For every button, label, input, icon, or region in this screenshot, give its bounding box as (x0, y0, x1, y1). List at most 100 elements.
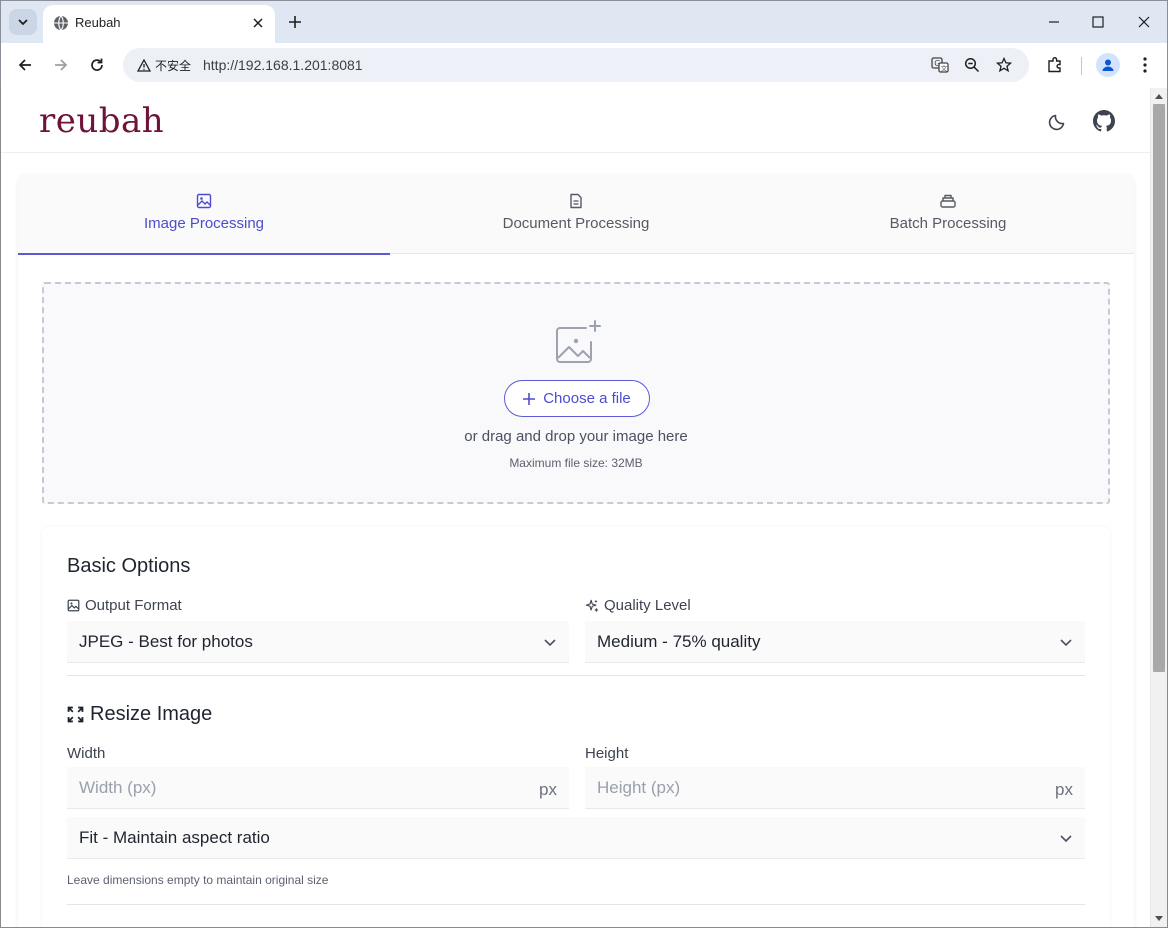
stack-icon (940, 194, 956, 208)
height-label-text: Height (585, 745, 629, 762)
chevron-down-icon (1060, 639, 1072, 647)
resize-image-title-text: Resize Image (90, 703, 213, 725)
profile-button[interactable] (1096, 53, 1120, 77)
window-border-left (0, 88, 1, 928)
options-panel: Basic Options Output Format JPEG - Best … (42, 527, 1110, 927)
arrow-right-icon (55, 59, 68, 71)
quality-level-label-text: Quality Level (604, 597, 691, 614)
document-icon (570, 193, 582, 209)
main-card: Image Processing Document Processing Bat… (18, 175, 1134, 927)
star-icon (996, 57, 1012, 73)
tab-image-processing[interactable]: Image Processing (18, 175, 390, 255)
height-input-wrapper: px (585, 767, 1085, 809)
tab-label: Batch Processing (889, 215, 1007, 232)
browser-tab-title: Reubah (75, 15, 121, 30)
width-label-text: Width (67, 745, 106, 762)
zoom-icon (964, 57, 980, 73)
extensions-button[interactable] (1041, 51, 1069, 79)
browser-chrome: Reubah 不安全 http://192.168.1.201:8081 G 文 (0, 0, 1168, 89)
page-scrollbar[interactable] (1150, 88, 1167, 927)
basic-options-title-text: Basic Options (67, 555, 191, 577)
maximize-button[interactable] (1075, 9, 1121, 35)
security-indicator[interactable]: 不安全 (131, 53, 197, 77)
browser-tab[interactable]: Reubah (43, 5, 275, 43)
toolbar-divider (1081, 57, 1082, 75)
maximize-icon (1092, 16, 1104, 28)
width-input[interactable] (79, 777, 499, 798)
more-vertical-icon (1143, 57, 1147, 73)
tab-document-processing[interactable]: Document Processing (390, 175, 762, 254)
new-tab-button[interactable] (283, 11, 307, 33)
width-unit: px (539, 780, 557, 799)
app-logo[interactable]: reubah (39, 98, 164, 144)
theme-toggle-button[interactable] (1045, 108, 1071, 134)
url-text: http://192.168.1.201:8081 (203, 57, 363, 73)
choose-file-label: Choose a file (543, 390, 631, 407)
image-icon (67, 599, 80, 612)
max-size-text: Maximum file size: 32MB (509, 456, 643, 470)
translate-button[interactable]: G文 (929, 55, 951, 75)
reload-icon (91, 58, 103, 71)
image-icon (196, 193, 212, 209)
tab-search-button[interactable] (9, 9, 37, 35)
reload-button[interactable] (83, 51, 111, 79)
zoom-button[interactable] (961, 55, 983, 75)
output-format-label: Output Format (67, 597, 182, 614)
chevron-down-icon (18, 19, 28, 26)
section-divider (67, 904, 1085, 905)
scrollbar-thumb[interactable] (1153, 104, 1165, 672)
warning-icon (137, 58, 151, 72)
plus-icon (523, 392, 536, 405)
expand-icon (67, 706, 84, 723)
resize-mode-select[interactable]: Fit - Maintain aspect ratio (67, 817, 1085, 859)
resize-image-title: Resize Image (67, 703, 212, 726)
tab-label: Image Processing (143, 215, 265, 232)
drag-drop-text: or drag and drop your image here (464, 428, 688, 445)
quality-level-value: Medium - 75% quality (597, 631, 761, 651)
minimize-button[interactable] (1031, 9, 1077, 35)
basic-options-title: Basic Options (67, 555, 190, 578)
height-label: Height (585, 745, 628, 762)
tab-batch-processing[interactable]: Batch Processing (762, 175, 1134, 254)
puzzle-icon (1048, 57, 1061, 73)
processing-tabs: Image Processing Document Processing Bat… (18, 175, 1134, 255)
plus-icon (289, 16, 301, 28)
width-input-wrapper: px (67, 767, 569, 809)
width-label: Width (67, 745, 105, 762)
minimize-icon (1049, 21, 1059, 23)
security-label: 不安全 (155, 58, 192, 73)
arrow-left-icon (18, 59, 31, 71)
page-viewport: reubah Image Processing Document Process… (1, 88, 1150, 927)
globe-icon (54, 15, 68, 31)
chevron-down-icon (1060, 835, 1072, 843)
quality-level-label: Quality Level (585, 597, 691, 614)
close-tab-button[interactable] (249, 14, 267, 32)
scroll-down-arrow-icon[interactable] (1155, 916, 1163, 921)
back-button[interactable] (11, 51, 39, 79)
quality-level-select[interactable]: Medium - 75% quality (585, 621, 1085, 663)
resize-mode-value: Fit - Maintain aspect ratio (79, 827, 270, 847)
svg-text:文: 文 (941, 64, 948, 73)
output-format-label-text: Output Format (85, 597, 182, 614)
app-header: reubah (1, 88, 1150, 153)
close-window-button[interactable] (1121, 9, 1167, 35)
logo-text: reubah (39, 101, 165, 141)
resize-hint: Leave dimensions empty to maintain origi… (67, 873, 329, 887)
address-bar[interactable]: 不安全 http://192.168.1.201:8081 G文 (123, 48, 1029, 82)
section-divider (67, 675, 1085, 676)
upload-dropzone[interactable]: Choose a file or drag and drop your imag… (42, 282, 1110, 504)
bookmark-button[interactable] (993, 55, 1015, 75)
forward-button[interactable] (47, 51, 75, 79)
github-link[interactable] (1091, 108, 1117, 134)
output-format-select[interactable]: JPEG - Best for photos (67, 621, 569, 663)
chevron-down-icon (544, 639, 556, 647)
scroll-up-arrow-icon[interactable] (1155, 94, 1163, 99)
height-input[interactable] (597, 777, 1017, 798)
browser-menu-button[interactable] (1131, 51, 1159, 79)
choose-file-button[interactable]: Choose a file (504, 380, 650, 417)
height-unit: px (1055, 780, 1073, 799)
close-icon (1138, 16, 1150, 28)
tab-strip: Reubah (1, 1, 1167, 43)
profile-icon (1102, 59, 1114, 71)
add-image-icon (556, 320, 601, 363)
